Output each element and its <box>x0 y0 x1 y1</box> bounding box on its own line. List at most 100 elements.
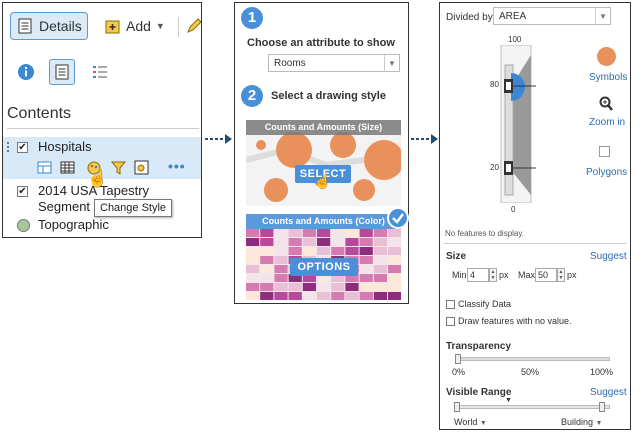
max-size-stepper[interactable]: ▲ ▼ <box>557 268 565 282</box>
style-options-panel: Divided by AREA ▼ 100 80 20 0 Symbols Zo… <box>439 2 631 430</box>
about-tab[interactable] <box>13 59 39 85</box>
visible-range-min-thumb[interactable] <box>454 402 460 412</box>
transparency-label: Transparency <box>446 341 512 352</box>
color-cell <box>373 274 387 282</box>
zoom-in-link[interactable]: Zoom in <box>589 117 625 128</box>
options-button[interactable]: OPTIONS <box>290 258 358 276</box>
zoom-in-icon[interactable] <box>599 96 613 112</box>
drag-handle-icon[interactable] <box>7 142 10 156</box>
range-min-select[interactable]: World ▼ <box>454 417 487 427</box>
color-cell <box>260 229 274 237</box>
analysis-icon[interactable] <box>134 160 149 175</box>
color-cell <box>373 256 387 264</box>
content-tab[interactable] <box>49 59 75 85</box>
hospitals-checkbox[interactable]: ✔ <box>17 142 28 153</box>
divider <box>7 128 199 129</box>
more-options-icon[interactable]: ••• <box>168 158 186 174</box>
transparency-track[interactable] <box>456 357 610 361</box>
contents-title: Contents <box>7 105 72 122</box>
min-unit: px <box>499 270 509 280</box>
color-cell <box>260 247 274 255</box>
divider <box>444 243 626 244</box>
color-cell <box>274 256 288 264</box>
filter-icon[interactable] <box>111 160 126 175</box>
color-cell <box>260 274 274 282</box>
divided-by-select[interactable]: AREA ▼ <box>493 7 611 25</box>
color-cell <box>246 238 260 246</box>
color-cell <box>274 283 288 291</box>
color-cell <box>373 265 387 273</box>
divided-by-value: AREA <box>499 10 527 22</box>
max-label: Max <box>518 270 536 280</box>
chevron-down-icon: ▼ <box>595 8 610 24</box>
layer-name-hospitals: Hospitals <box>38 139 92 154</box>
symbol-preview[interactable] <box>597 47 616 66</box>
color-cell <box>274 274 288 282</box>
polygons-link[interactable]: Polygons <box>586 167 627 178</box>
change-style-panel: 1 Choose an attribute to show Rooms ▼ 2 … <box>234 2 409 304</box>
visible-range-suggest-link[interactable]: Suggest <box>590 387 627 398</box>
flow-arrow-icon <box>411 134 438 144</box>
visible-range-max-thumb[interactable] <box>599 402 605 412</box>
color-cell <box>331 238 345 246</box>
size-suggest-link[interactable]: Suggest <box>590 251 627 262</box>
color-cell <box>359 283 373 291</box>
classify-checkbox[interactable] <box>446 300 455 309</box>
legend-tab[interactable] <box>87 59 113 85</box>
min-size-stepper[interactable]: ▲ ▼ <box>489 268 497 282</box>
attribute-table-icon[interactable] <box>60 160 75 175</box>
color-cell <box>317 292 331 300</box>
add-label: Add <box>126 18 151 34</box>
color-cell <box>260 283 274 291</box>
color-cell <box>359 229 373 237</box>
axis-bottom-label: 0 <box>511 205 516 214</box>
max-size-input[interactable]: 50 <box>535 268 557 282</box>
transparency-thumb[interactable] <box>455 354 461 364</box>
hand-cursor-icon: ☝ <box>314 173 332 189</box>
max-unit: px <box>567 270 577 280</box>
size-range-slider[interactable] <box>500 45 540 203</box>
color-cell <box>331 247 345 255</box>
color-cell <box>359 265 373 273</box>
color-cell <box>288 283 302 291</box>
details-button[interactable]: Details <box>10 12 88 40</box>
draw-no-value-checkbox[interactable] <box>446 317 455 326</box>
symbols-link[interactable]: Symbols <box>589 72 627 83</box>
style-card-size[interactable]: Counts and Amounts (Size) SELECT ☝ <box>246 120 401 206</box>
color-cell <box>331 229 345 237</box>
range-max-select[interactable]: Building ▼ <box>561 417 602 427</box>
color-cell <box>388 274 401 282</box>
range-min-value: World <box>454 417 478 427</box>
no-features-text: No features to display. <box>445 229 525 238</box>
transparency-100-label: 100% <box>590 367 614 377</box>
content-icon <box>55 64 69 80</box>
color-cell <box>345 292 359 300</box>
step-one-badge: 1 <box>241 7 263 29</box>
visible-range-track[interactable] <box>456 405 610 409</box>
style-card-color[interactable]: Counts and Amounts (Color) OPTIONS <box>246 214 401 300</box>
tapestry-checkbox[interactable]: ✔ <box>17 186 28 197</box>
polygon-preview[interactable] <box>599 146 610 157</box>
selected-check-icon <box>387 207 409 229</box>
color-cell <box>246 274 260 282</box>
color-cell <box>246 256 260 264</box>
color-cell <box>274 238 288 246</box>
attribute-select[interactable]: Rooms ▼ <box>268 54 400 72</box>
color-cell <box>388 283 401 291</box>
color-cell <box>246 229 260 237</box>
table-icon[interactable] <box>37 160 52 175</box>
color-cell <box>302 238 316 246</box>
chevron-down-icon: ▼ <box>384 55 399 71</box>
axis-20-label: 20 <box>490 163 499 172</box>
color-cell <box>388 238 401 246</box>
color-cell <box>345 283 359 291</box>
add-button[interactable]: Add ▼ <box>105 12 165 40</box>
min-size-input[interactable]: 4 <box>467 268 489 282</box>
color-cell <box>260 238 274 246</box>
transparency-50-label: 50% <box>521 367 540 377</box>
color-cell <box>302 229 316 237</box>
color-cell <box>388 229 401 237</box>
color-cell <box>345 229 359 237</box>
edit-pencil-icon[interactable] <box>185 17 202 35</box>
color-cell <box>260 292 274 300</box>
